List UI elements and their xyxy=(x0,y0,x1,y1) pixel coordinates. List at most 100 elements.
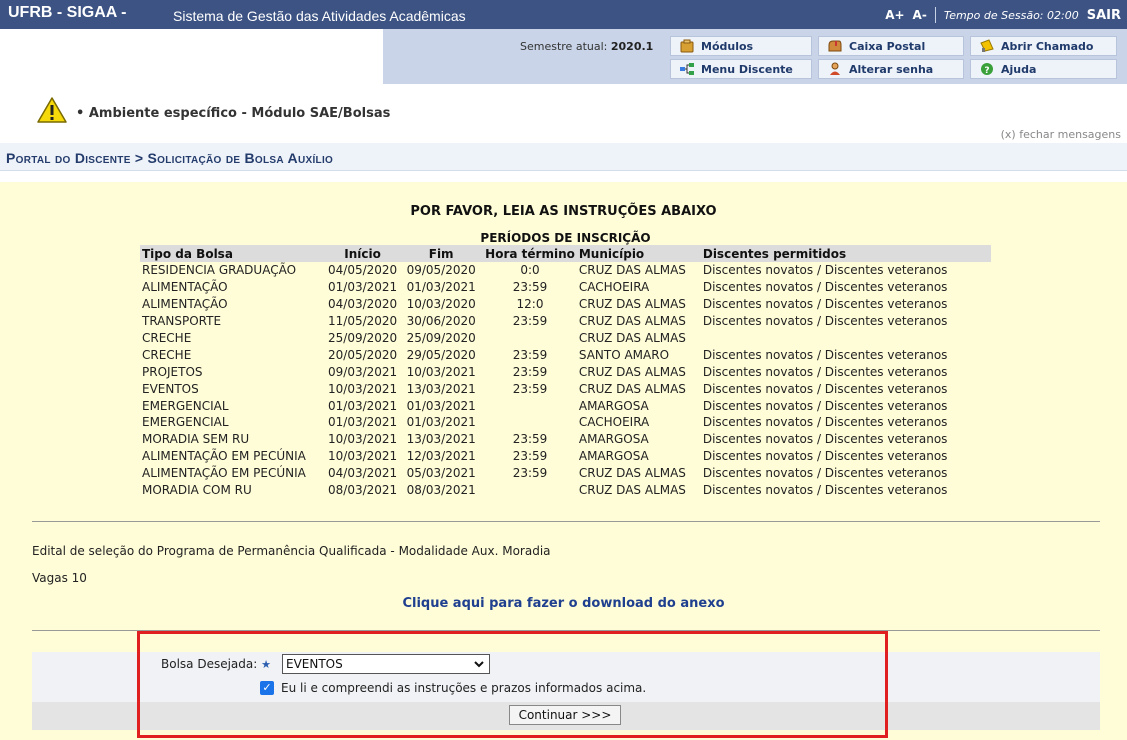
cell-fim: 08/03/2021 xyxy=(406,483,476,498)
caixa-postal-button[interactable]: Caixa Postal xyxy=(818,36,964,56)
cell-discentes: Discentes novatos / Discentes veteranos xyxy=(702,263,948,278)
abrir-chamado-button[interactable]: Abrir Chamado xyxy=(970,36,1117,56)
cell-tipo: TRANSPORTE xyxy=(142,314,222,329)
table-row: ALIMENTAÇÃO 04/03/2020 10/03/2020 12:0 CRUZ … xyxy=(140,296,991,313)
ajuda-button[interactable]: ? Ajuda xyxy=(970,59,1117,79)
cell-fim: 01/03/2021 xyxy=(406,398,476,413)
periods-table: Tipo da Bolsa Início Fim Hora término Mu… xyxy=(140,245,991,498)
cell-tipo: EMERGENCIAL xyxy=(142,415,229,430)
warning-text: Ambiente específico - Módulo SAE/Bolsas xyxy=(88,106,391,121)
cell-inicio: 04/03/2020 xyxy=(328,297,398,312)
cell-hora xyxy=(483,330,577,347)
svg-text:?: ? xyxy=(984,66,989,76)
warning-message: • Ambiente específico - Módulo SAE/Bolsa… xyxy=(76,106,391,121)
cell-discentes: Discentes novatos / Discentes veteranos xyxy=(702,449,948,464)
cell-hora: 23:59 xyxy=(512,432,548,447)
periods-title: PERÍODOS DE INSCRIÇÃO xyxy=(480,231,651,245)
cell-hora: 23:59 xyxy=(512,364,548,379)
cell-discentes: Discentes novatos / Discentes veteranos xyxy=(702,398,948,413)
table-row: PROJETOS 09/03/2021 10/03/2021 23:59 CRUZ DA… xyxy=(140,363,991,380)
edital-text: Edital de seleção do Programa de Permanê… xyxy=(32,544,551,558)
cell-discentes: Discentes novatos / Discentes veteranos xyxy=(702,432,948,447)
cell-inicio: 01/03/2021 xyxy=(328,280,398,295)
periods-table-body: RESIDENCIA GRADUAÇÃO 04/05/2020 09/05/2020… xyxy=(140,262,991,498)
cell-fim: 30/06/2020 xyxy=(406,314,476,329)
cell-municipio: CRUZ DAS ALMAS xyxy=(578,483,686,498)
warning-icon xyxy=(36,96,68,124)
close-messages-link[interactable]: (x) fechar mensagens xyxy=(1001,128,1121,141)
cell-fim: 01/03/2021 xyxy=(406,415,476,430)
column-header: Fim xyxy=(399,245,484,262)
table-row: ALIMENTAÇÃO EM PECÚNIA 10/03/2021 12/03/20… xyxy=(140,448,991,465)
cell-inicio: 04/05/2020 xyxy=(328,263,398,278)
cell-inicio: 01/03/2021 xyxy=(328,398,398,413)
top-bar: UFRB - SIGAA - Sistema de Gestão das Ati… xyxy=(0,0,1127,29)
cell-municipio: CRUZ DAS ALMAS xyxy=(578,381,686,396)
alterar-senha-label: Alterar senha xyxy=(849,62,934,76)
cell-inicio: 10/03/2021 xyxy=(328,449,398,464)
menu-discente-button[interactable]: Menu Discente xyxy=(670,59,812,79)
cell-municipio: SANTO AMARO xyxy=(578,347,670,362)
table-row: EMERGENCIAL 01/03/2021 01/03/2021 AMARGOSA D… xyxy=(140,397,991,414)
cell-tipo: CRECHE xyxy=(142,347,192,362)
cell-municipio: CRUZ DAS ALMAS xyxy=(578,364,686,379)
help-icon: ? xyxy=(979,62,995,76)
cell-fim: 12/03/2021 xyxy=(406,449,476,464)
breadcrumb-text: Portal do Discente > Solicitação de Bols… xyxy=(6,150,334,166)
ajuda-label: Ajuda xyxy=(1001,62,1037,76)
cell-discentes: Discentes novatos / Discentes veteranos xyxy=(702,466,948,481)
cell-fim: 09/05/2020 xyxy=(406,263,476,278)
cell-tipo: CRECHE xyxy=(142,331,192,345)
cell-tipo: ALIMENTAÇÃO EM PECÚNIA xyxy=(142,449,306,464)
table-row: EVENTOS 10/03/2021 13/03/2021 23:59 CRUZ DAS… xyxy=(140,380,991,397)
cell-inicio: 11/05/2020 xyxy=(328,314,398,329)
top-bar-right: A+ A- Tempo de Sessão: 02:00 SAIR xyxy=(885,5,1121,25)
mailbox-icon xyxy=(827,39,843,53)
cell-hora: 23:59 xyxy=(512,314,548,329)
alterar-senha-button[interactable]: Alterar senha xyxy=(818,59,964,79)
current-semester: Semestre atual: 2020.1 xyxy=(520,40,653,53)
cell-fim: 05/03/2021 xyxy=(406,466,476,481)
caixa-postal-label: Caixa Postal xyxy=(849,39,926,53)
cell-discentes: Discentes novatos / Discentes veteranos xyxy=(702,483,948,498)
cell-municipio: CRUZ DAS ALMAS xyxy=(578,263,686,278)
cell-municipio: AMARGOSA xyxy=(578,432,649,447)
cell-tipo: ALIMENTAÇÃO xyxy=(142,297,228,312)
cell-inicio: 01/03/2021 xyxy=(328,415,398,430)
font-decrease-button[interactable]: A- xyxy=(913,8,927,22)
vagas-text: Vagas 10 xyxy=(32,571,87,585)
cell-municipio: CRUZ DAS ALMAS xyxy=(578,297,686,312)
modulos-label: Módulos xyxy=(701,39,754,53)
cell-tipo: MORADIA COM RU xyxy=(142,483,252,498)
cell-hora: 23:59 xyxy=(512,280,548,295)
cell-hora: 23:59 xyxy=(512,449,548,464)
cell-hora xyxy=(483,397,577,414)
cell-inicio: 25/09/2020 xyxy=(328,331,398,345)
abrir-chamado-label: Abrir Chamado xyxy=(1001,39,1094,53)
cell-fim: 13/03/2021 xyxy=(406,432,476,447)
modulos-button[interactable]: Módulos xyxy=(670,36,812,56)
table-row: MORADIA COM RU 08/03/2021 08/03/2021 CRUZ D… xyxy=(140,482,991,499)
logout-button[interactable]: SAIR xyxy=(1087,8,1121,23)
cell-discentes: Discentes novatos / Discentes veteranos xyxy=(702,381,948,396)
menu-discente-label: Menu Discente xyxy=(701,62,793,76)
cell-tipo: EVENTOS xyxy=(142,381,199,396)
cell-tipo: PROJETOS xyxy=(142,364,203,379)
cell-tipo: ALIMENTAÇÃO EM PECÚNIA xyxy=(142,466,306,481)
cell-hora: 23:59 xyxy=(512,347,548,362)
cell-municipio: CRUZ DAS ALMAS xyxy=(578,314,686,329)
cell-tipo: MORADIA SEM RU xyxy=(142,432,250,447)
modules-icon xyxy=(679,39,695,53)
cell-discentes: Discentes novatos / Discentes veteranos xyxy=(702,297,948,312)
sitemap-icon xyxy=(679,62,695,76)
cell-fim: 29/05/2020 xyxy=(406,347,476,362)
table-row: TRANSPORTE 11/05/2020 30/06/2020 23:59 CRUZ … xyxy=(140,313,991,330)
cell-discentes: Discentes novatos / Discentes veteranos xyxy=(702,415,948,430)
font-increase-button[interactable]: A+ xyxy=(885,8,904,22)
download-attachment-link[interactable]: Clique aqui para fazer o download do ane… xyxy=(0,596,1127,611)
divider xyxy=(934,7,936,23)
cell-discentes: Discentes novatos / Discentes veteranos xyxy=(702,347,948,362)
table-row: ALIMENTAÇÃO EM PECÚNIA 04/03/2021 05/03/20… xyxy=(140,465,991,482)
table-row: CRECHE 20/05/2020 29/05/2020 23:59 SANTO AMA… xyxy=(140,346,991,363)
column-header: Tipo da Bolsa xyxy=(140,245,326,262)
